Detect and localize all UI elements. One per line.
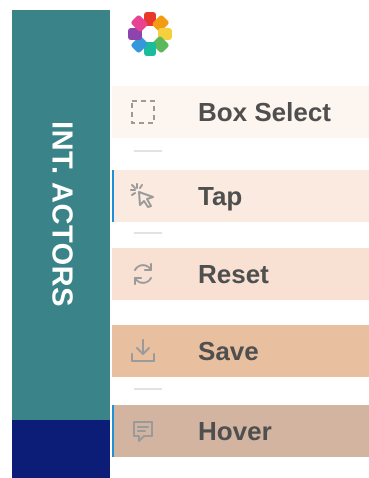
- tool-active-indicator: [112, 405, 114, 457]
- toolbar-panel: INT. ACTORS Box Select Tap Reset Save Ho…: [0, 0, 369, 478]
- save-icon: [131, 339, 155, 362]
- hover-icon: [133, 421, 153, 442]
- divider: [134, 232, 162, 234]
- tap-tool-button[interactable]: Tap: [112, 170, 369, 222]
- divider: [134, 150, 162, 152]
- sidebar: INT. ACTORS: [12, 10, 110, 478]
- tool-label: Tap: [198, 181, 243, 211]
- save-tool-button[interactable]: Save: [112, 325, 369, 377]
- divider: [134, 388, 162, 390]
- box-select-tool-button[interactable]: Box Select: [112, 86, 369, 138]
- box-select-icon: [131, 100, 155, 124]
- tool-label: Hover: [198, 416, 272, 446]
- bokeh-logo-icon: [128, 12, 172, 56]
- tap-icon: [130, 183, 154, 208]
- sidebar-title: INT. ACTORS: [45, 121, 78, 307]
- tool-label: Reset: [198, 259, 269, 289]
- reset-tool-button[interactable]: Reset: [112, 248, 369, 300]
- tool-label: Box Select: [198, 97, 331, 127]
- reset-icon: [134, 263, 152, 285]
- tool-label: Save: [198, 336, 259, 366]
- sidebar-navy-band: [12, 420, 110, 478]
- hover-tool-button[interactable]: Hover: [112, 405, 369, 457]
- tool-active-indicator: [112, 170, 114, 222]
